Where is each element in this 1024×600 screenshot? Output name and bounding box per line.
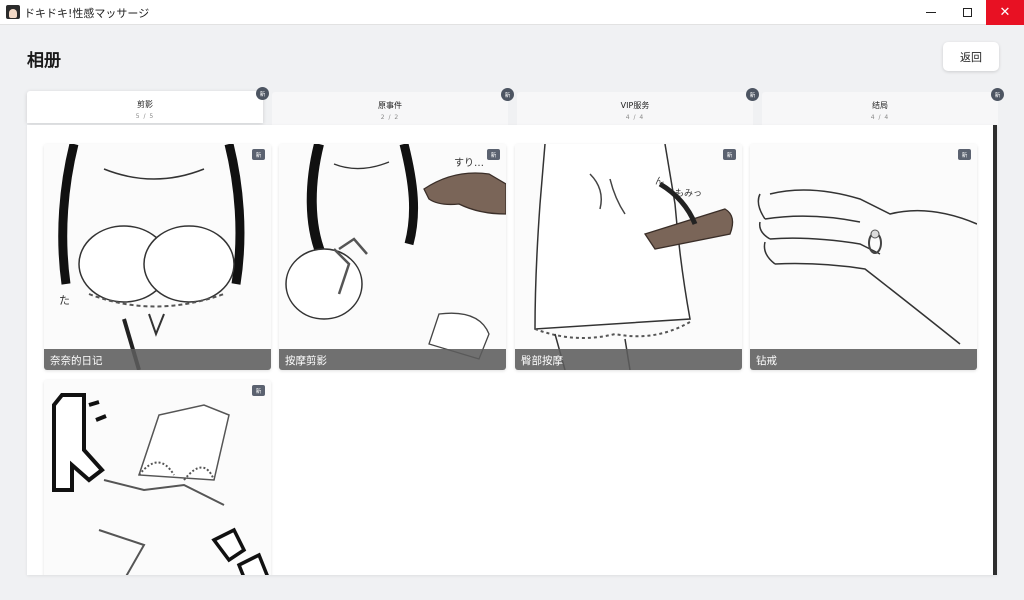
minimize-button[interactable] xyxy=(912,0,949,25)
close-button[interactable]: ✕ xyxy=(986,0,1024,25)
tab-silhouette[interactable]: 剪影 5 / 5 新 xyxy=(27,87,269,123)
gallery-thumbnail xyxy=(750,144,977,370)
tab-count: 4 / 4 xyxy=(870,114,890,121)
scrollbar[interactable] xyxy=(993,125,997,575)
new-badge: 新 xyxy=(487,149,500,160)
new-badge: 新 xyxy=(256,87,269,100)
tab-label: 剪影 xyxy=(137,100,153,109)
tab-count: 5 / 5 xyxy=(135,113,155,120)
gallery-panel: た 奈奈的日记 新 すり… 按摩剪影 新 ん もみっ 臀部按摩 新 钻戒 新 新 xyxy=(27,125,997,575)
tab-count: 4 / 4 xyxy=(625,114,645,121)
tab-endings[interactable]: 结局 4 / 4 新 xyxy=(762,88,1004,125)
tab-count: 2 / 2 xyxy=(380,114,400,121)
gallery-item[interactable]: 钻戒 新 xyxy=(750,144,977,370)
new-badge: 新 xyxy=(723,149,736,160)
card-caption: 按摩剪影 xyxy=(279,349,506,370)
maximize-icon xyxy=(963,8,972,17)
new-badge: 新 xyxy=(991,88,1004,101)
tab-original-events[interactable]: 原事件 2 / 2 新 xyxy=(272,88,514,125)
maximize-button[interactable] xyxy=(949,0,986,25)
svg-text:た: た xyxy=(59,294,70,307)
new-badge: 新 xyxy=(958,149,971,160)
svg-text:もみっ: もみっ xyxy=(675,188,702,199)
new-badge: 新 xyxy=(252,149,265,160)
svg-text:ん: ん xyxy=(655,176,664,187)
gallery-item[interactable]: 新 xyxy=(44,380,271,575)
close-icon: ✕ xyxy=(999,5,1011,20)
card-caption: 臀部按摩 xyxy=(515,349,742,370)
gallery-thumbnail: ん もみっ xyxy=(515,144,742,370)
tab-label: 结局 xyxy=(872,101,888,110)
gallery-item[interactable]: た 奈奈的日记 新 xyxy=(44,144,271,370)
tab-label: VIP服务 xyxy=(620,101,650,110)
gallery-thumbnail xyxy=(44,380,271,575)
minimize-icon xyxy=(925,12,936,13)
tab-label: 原事件 xyxy=(378,101,402,110)
gallery-item[interactable]: ん もみっ 臀部按摩 新 xyxy=(515,144,742,370)
page-title: 相册 xyxy=(27,51,61,71)
window-title: ドキドキ!性感マッサージ xyxy=(24,7,150,20)
gallery-thumbnail: すり… xyxy=(279,144,506,370)
window-titlebar: ドキドキ!性感マッサージ ✕ xyxy=(0,0,1024,25)
card-caption: 钻戒 xyxy=(750,349,977,370)
new-badge: 新 xyxy=(252,385,265,396)
gallery-thumbnail: た xyxy=(44,144,271,370)
back-button[interactable]: 返回 xyxy=(943,42,999,71)
app-icon xyxy=(6,5,20,19)
gallery-item[interactable]: すり… 按摩剪影 新 xyxy=(279,144,506,370)
new-badge: 新 xyxy=(501,88,514,101)
tab-vip-service[interactable]: VIP服务 4 / 4 新 xyxy=(517,88,759,125)
new-badge: 新 xyxy=(746,88,759,101)
svg-text:すり…: すり… xyxy=(454,157,484,169)
card-caption: 奈奈的日记 xyxy=(44,349,271,370)
